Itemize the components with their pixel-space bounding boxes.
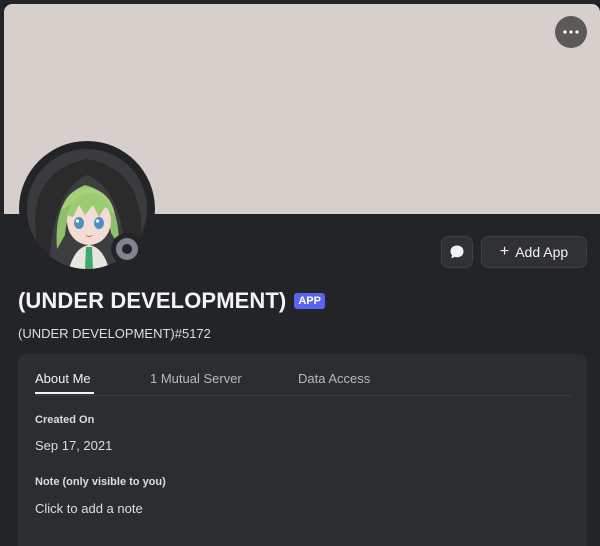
app-badge: APP <box>294 293 325 309</box>
note-input[interactable] <box>35 496 571 520</box>
tab-about-me[interactable]: About Me <box>35 371 91 386</box>
speech-bubble-icon <box>450 245 464 259</box>
tab-data-access[interactable]: Data Access <box>298 371 370 386</box>
created-on-value: Sep 17, 2021 <box>35 438 113 453</box>
status-dot-hole <box>122 244 132 254</box>
message-button[interactable] <box>441 236 473 268</box>
status-indicator <box>111 233 143 265</box>
ellipsis-icon <box>563 30 579 34</box>
created-on-label: Created On <box>35 414 95 426</box>
username: (UNDER DEVELOPMENT)#5172 <box>18 326 211 341</box>
offline-status-icon <box>116 238 138 260</box>
note-label: Note (only visible to you) <box>35 476 166 488</box>
active-tab-indicator <box>35 392 94 394</box>
add-app-label: Add App <box>515 244 569 260</box>
info-panel: About Me 1 Mutual Server Data Access Cre… <box>18 354 587 546</box>
profile-popout: + Add App (UNDER DEVELOPMENT) APP (UNDER… <box>0 0 600 546</box>
plus-icon: + <box>499 243 510 260</box>
display-name-row: (UNDER DEVELOPMENT) APP <box>18 288 325 314</box>
tab-mutual-servers[interactable]: 1 Mutual Server <box>150 371 242 386</box>
profile-card: + Add App (UNDER DEVELOPMENT) APP (UNDER… <box>4 4 600 546</box>
avatar-wrapper[interactable] <box>19 141 155 277</box>
profile-tabs: About Me 1 Mutual Server Data Access <box>35 354 571 396</box>
display-name: (UNDER DEVELOPMENT) <box>18 288 287 313</box>
more-options-button[interactable] <box>555 16 587 48</box>
add-app-button[interactable]: + Add App <box>481 236 587 268</box>
